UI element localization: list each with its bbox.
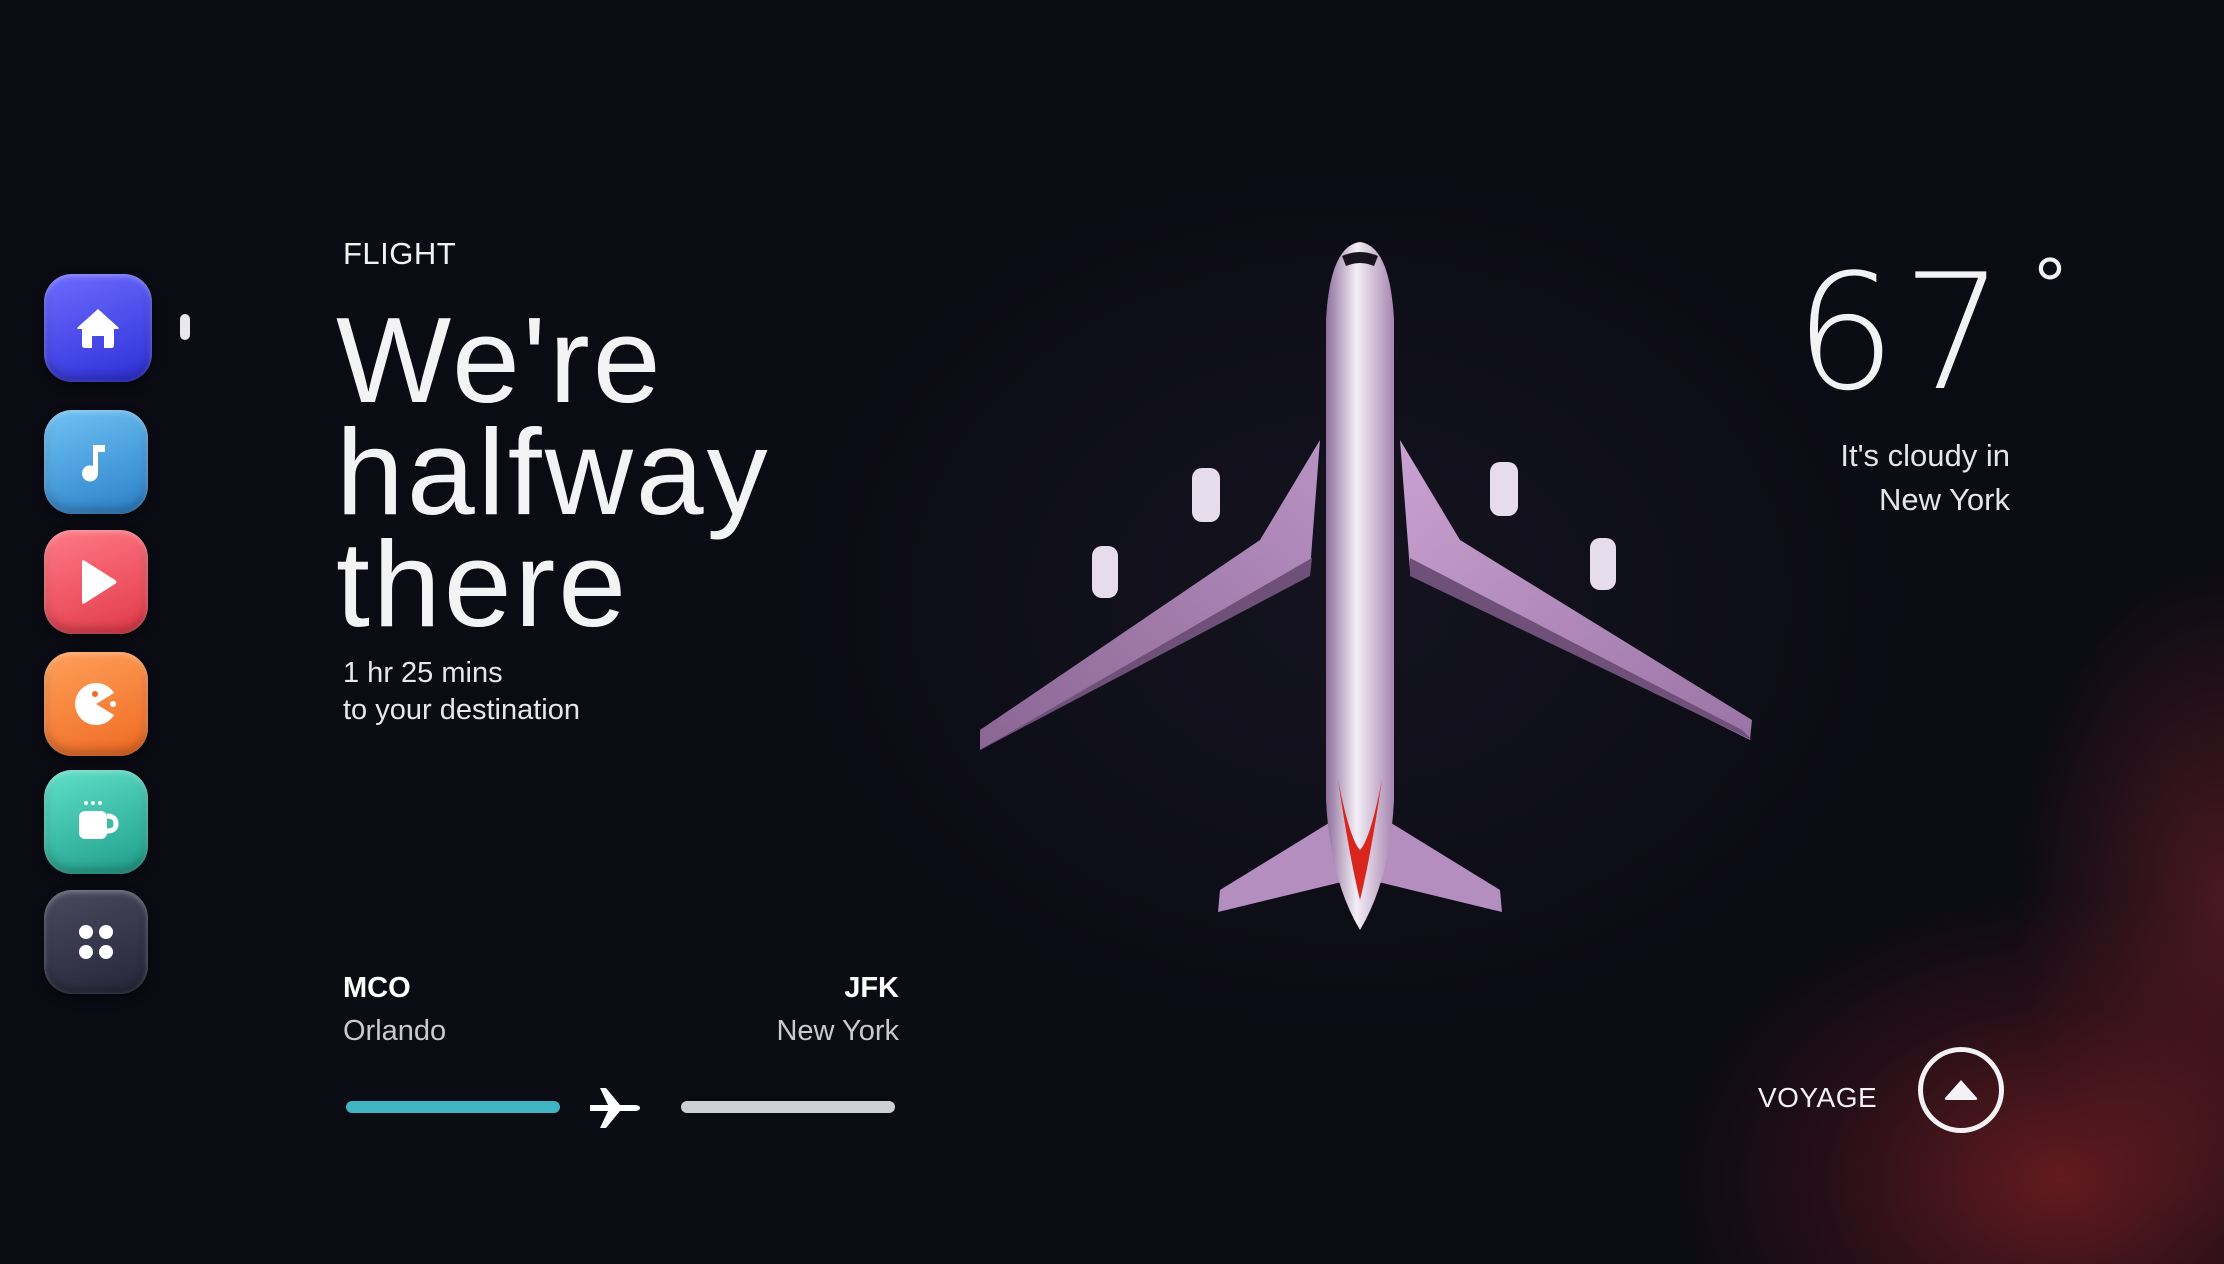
headline-line: We're xyxy=(336,292,664,428)
chevron-up-icon xyxy=(1944,1080,1978,1100)
pacman-icon xyxy=(75,683,116,725)
weather-description: It's cloudy in New York xyxy=(1710,434,2010,522)
voyage-expand-button[interactable] xyxy=(1918,1047,2004,1133)
eta-line: to your destination xyxy=(343,694,580,726)
music-note-icon xyxy=(82,445,105,482)
temperature-value: 67 xyxy=(1794,239,2010,426)
airplane-icon xyxy=(590,1088,640,1128)
voyage-label: VOYAGE xyxy=(1758,1082,1878,1113)
weather-line: It's cloudy in xyxy=(1840,438,2010,473)
origin-airport: MCO Orlando xyxy=(343,968,446,1054)
eta-line: 1 hr 25 mins xyxy=(343,657,503,689)
coffee-cup-icon xyxy=(79,801,119,839)
game-app-button[interactable] xyxy=(44,652,148,756)
in-flight-screen: FLIGHT We're halfway there 1 hr 25 mins … xyxy=(0,0,2224,1264)
origin-city: Orlando xyxy=(343,1015,447,1047)
weather-line: New York xyxy=(1879,482,2010,517)
airplane-illustration xyxy=(980,242,1752,930)
headline: We're halfway there xyxy=(336,292,896,652)
music-app-button[interactable] xyxy=(44,410,148,514)
coffee-app-button[interactable] xyxy=(44,770,148,874)
grid-icon xyxy=(79,925,113,959)
destination-airport: JFK New York xyxy=(776,968,899,1054)
home-app-button[interactable] xyxy=(44,274,152,382)
video-app-button[interactable] xyxy=(44,530,148,634)
home-icon xyxy=(77,309,119,348)
headline-line: there xyxy=(336,516,630,652)
origin-code: MCO xyxy=(343,972,411,1004)
all-apps-button[interactable] xyxy=(44,890,148,994)
dock-active-indicator xyxy=(180,314,190,340)
section-label: FLIGHT xyxy=(343,236,457,271)
flight-progress xyxy=(346,1088,896,1130)
eta-text: 1 hr 25 mins to your destination xyxy=(343,655,580,729)
destination-city: New York xyxy=(776,1015,899,1047)
progress-completed-track xyxy=(346,1101,560,1113)
destination-code: JFK xyxy=(844,972,899,1004)
headline-line: halfway xyxy=(336,404,771,540)
degree-symbol: ° xyxy=(2034,241,2066,330)
play-icon xyxy=(82,560,117,604)
progress-remaining-track xyxy=(681,1101,895,1113)
